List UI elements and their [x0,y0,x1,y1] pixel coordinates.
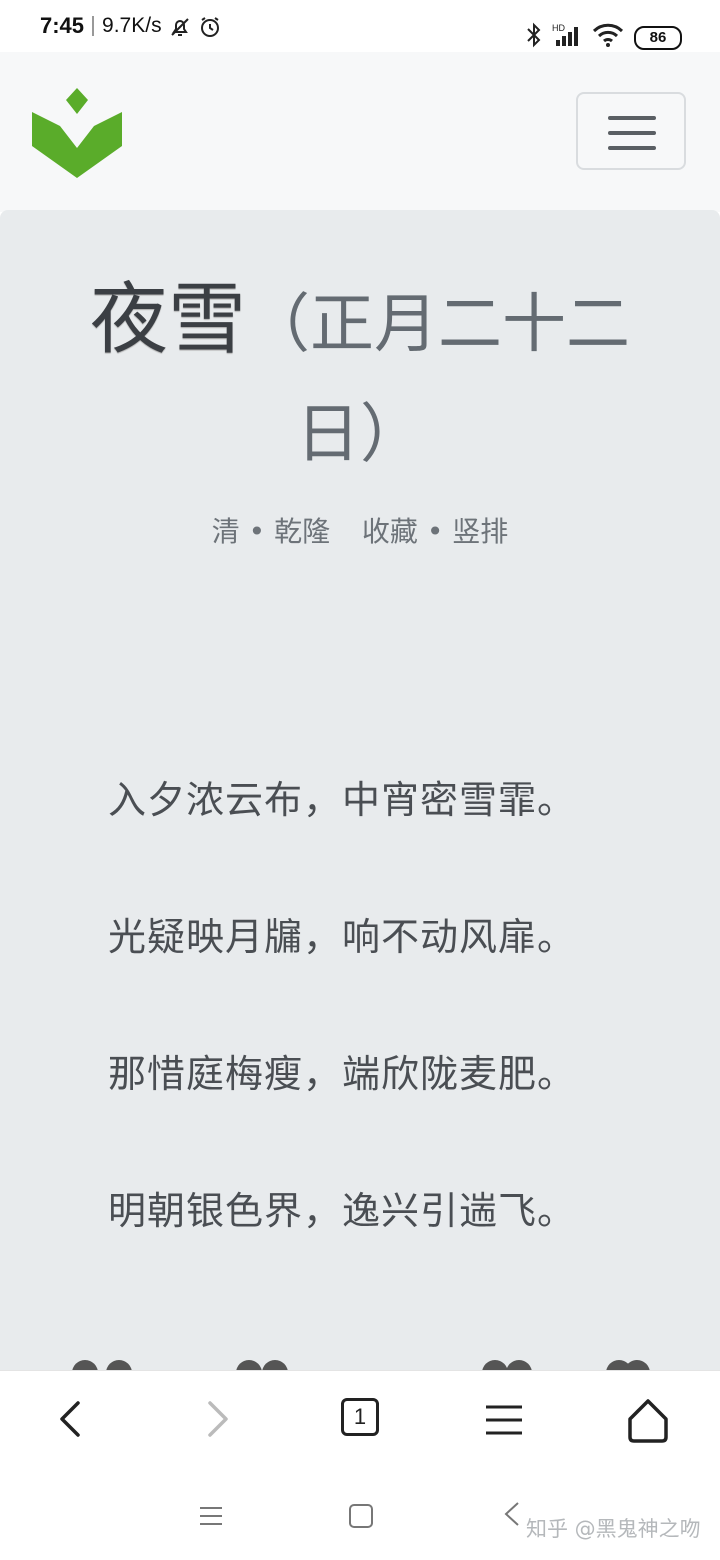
forward-chevron-icon[interactable] [188,1391,248,1451]
menu-icon[interactable] [474,1391,534,1451]
poem-line: 那惜庭梅瘦，端欣陇麦肥。 [108,1052,577,1096]
hidden-icon-dot [72,1360,98,1370]
hidden-icon-dot [236,1360,262,1370]
site-logo-icon[interactable] [30,88,124,184]
poem-title: 夜雪（正月二十二日） [60,270,660,495]
square-home-icon[interactable] [346,1501,376,1535]
poem-line: 入夕浓云布，中宵密雪霏。 [108,778,577,822]
status-right: HD 86 [526,22,682,53]
poem-dynasty[interactable]: 清 [212,515,240,548]
battery-icon: 86 [634,25,682,50]
poem-date: （正月二十二日） [246,288,630,472]
hidden-icon-dot [624,1360,650,1370]
system-navigation-bar: 知乎 @黑鬼神之吻 [0,1465,720,1560]
collect-link[interactable]: 收藏 [362,515,418,548]
poem-name: 夜雪 [89,275,246,365]
tab-count-button[interactable]: 1 [341,1398,379,1436]
watermark: 知乎 @黑鬼神之吻 [526,1517,701,1541]
status-bar: 7:45 9.7K/s HD 86 [0,0,720,52]
poem-line: 明朝银色界，逸兴引遄飞。 [108,1189,577,1233]
wifi-icon [592,22,624,53]
poem-line: 光疑映月牖，响不动风扉。 [108,915,577,959]
site-header [0,52,720,212]
dot-separator: • [426,515,444,548]
hamburger-menu-icon-bar [608,146,656,150]
hidden-icon-dot [262,1360,288,1370]
back-chevron-icon[interactable] [40,1391,100,1451]
bluetooth-icon [526,22,542,53]
hamburger-menu-button[interactable] [576,92,686,170]
back-icon[interactable] [498,1499,528,1533]
hd-signal-icon: HD [552,22,582,53]
svg-text:HD: HD [552,23,565,33]
poem-author[interactable]: 乾隆 [274,515,330,548]
vertical-layout-link[interactable]: 竖排 [452,515,508,548]
poem-body: 入夕浓云布，中宵密雪霏。 光疑映月牖，响不动风扉。 那惜庭梅瘦，端欣陇麦肥。 明… [108,770,576,1318]
hidden-icon-dot [506,1360,532,1370]
browser-toolbar: 1 [0,1370,720,1466]
poem-meta: 清 • 乾隆 收藏 • 竖排 [0,510,720,550]
poem-panel: 夜雪（正月二十二日） 清 • 乾隆 收藏 • 竖排 入夕浓云布，中宵密雪霏。 光… [0,210,720,1370]
home-icon[interactable] [618,1391,678,1451]
hidden-icon-dot [482,1360,508,1370]
status-separator [92,16,95,36]
hamburger-menu-icon-bar [608,131,656,135]
recents-icon[interactable] [196,1501,226,1535]
dot-separator: • [248,515,266,548]
hamburger-menu-icon-bar [608,116,656,120]
hidden-icon-dot [106,1360,132,1370]
